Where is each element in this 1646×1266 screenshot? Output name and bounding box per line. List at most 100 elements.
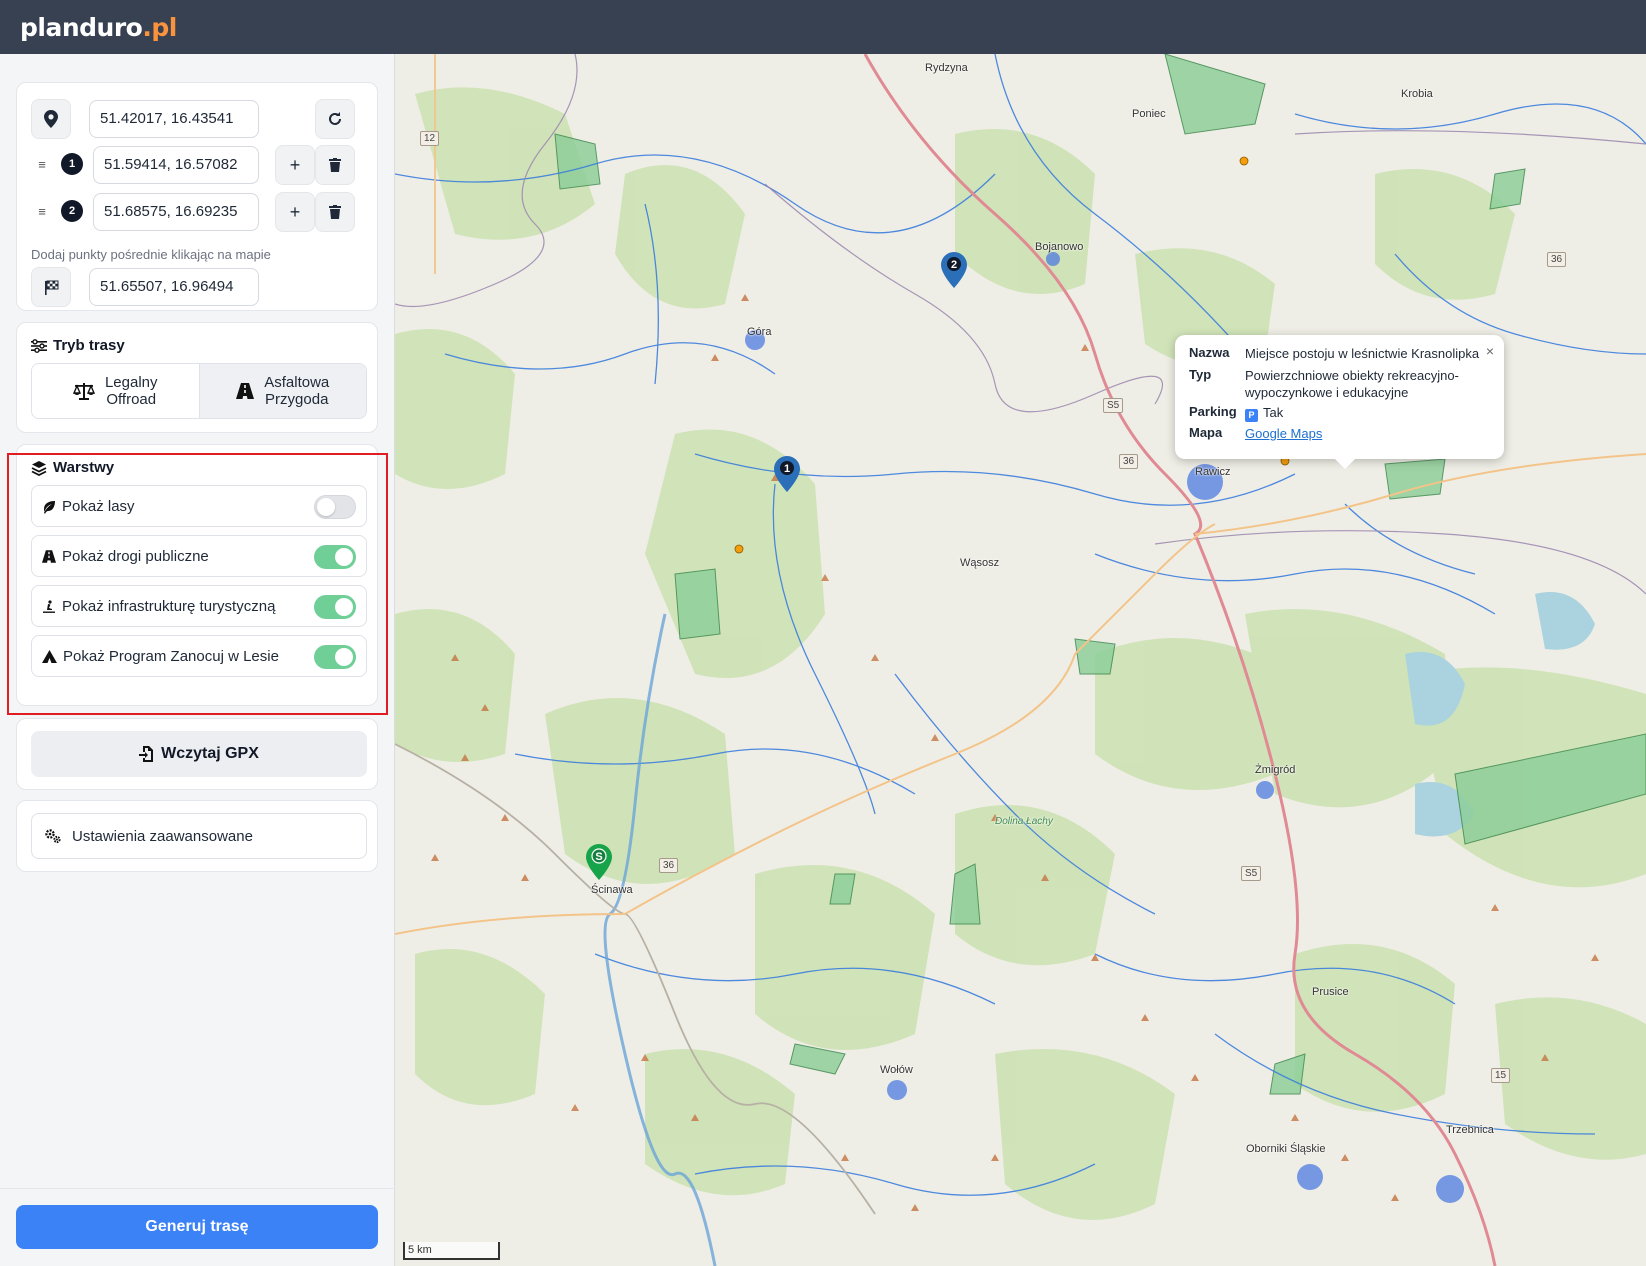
advanced-card: Ustawienia zaawansowane [16,800,378,872]
mode-asphalt-adventure-button[interactable]: Asfaltowa Przygoda [199,364,366,418]
map-place-label: Poniec [1132,108,1166,120]
road-number: 36 [1547,252,1567,267]
logo-main: planduro [20,13,143,42]
file-import-icon [139,746,154,762]
popup-row-type: Typ Powierzchniowe obiekty rekreacyjno-w… [1189,367,1485,401]
layer-public-roads-row[interactable]: Pokaż drogi publiczne [31,535,367,577]
start-marker-label: S [595,851,602,863]
mode-legal-offroad-text: Legalny Offroad [105,374,158,408]
end-point-button[interactable] [31,267,71,307]
waypoint-hint: Dodaj punkty pośrednie klikając na mapie [31,247,271,262]
trash-icon [329,158,341,172]
start-marker[interactable]: S [586,844,612,880]
map-view[interactable]: Rydzyna Poniec Krobia Bojanowo Góra Rawi… [395,54,1646,1266]
advanced-settings-button[interactable]: Ustawienia zaawansowane [31,813,367,859]
add-waypoint-button[interactable]: + [275,145,315,185]
divider [0,1188,395,1189]
gears-icon [45,829,61,844]
map-place-label: Dolina Łachy [995,816,1053,827]
route-mode-title: Tryb trasy [31,337,125,354]
logo-tld: .pl [142,13,177,42]
layer-public-roads-text: Pokaż drogi publiczne [62,548,209,565]
popup-key: Parking [1189,404,1237,419]
road-number: 15 [1491,1068,1511,1083]
popup-value-map: Google Maps [1245,425,1485,442]
leaf-icon [44,500,55,514]
reset-button[interactable] [315,99,355,139]
start-point-input[interactable]: 51.42017, 16.43541 [89,100,259,138]
refresh-icon [329,112,341,125]
parking-icon: P [1245,409,1258,422]
end-point-input[interactable]: 51.65507, 16.96494 [89,268,259,306]
layer-public-roads-toggle[interactable] [314,545,356,569]
drag-handle-icon[interactable]: ≡ [35,204,49,219]
popup-tail [1335,459,1355,469]
route-mode-card: Tryb trasy Legalny Offroad Asfaltowa Przyg… [16,322,378,433]
map-place-label: Ścinawa [591,884,633,896]
layer-zanocuj-toggle[interactable] [314,645,356,669]
logo[interactable]: planduro.pl [20,13,177,42]
road-icon [42,550,56,563]
mode-legal-offroad-button[interactable]: Legalny Offroad [32,364,200,418]
map-scale-bar: 5 km [403,1242,500,1260]
mode-asphalt-line1: Asfaltowa [264,374,330,391]
mode-legal-line2: Offroad [106,391,157,408]
layer-zanocuj-text: Pokaż Program Zanocuj w Lesie [63,648,279,665]
map-place-label: Rawicz [1195,466,1231,478]
poi-popup: × Nazwa Miejsce postoju w leśnictwie Kra… [1175,335,1504,469]
road-icon [236,383,255,399]
layer-zanocuj-row[interactable]: Pokaż Program Zanocuj w Lesie [31,635,367,677]
map-place-label: Wąsosz [960,557,1000,569]
route-points-card: 51.42017, 16.43541 ≡ 1 51.59414, 16.5708… [16,82,378,311]
map-place-label: Góra [747,326,772,338]
map-base-layer [395,54,1646,1266]
delete-waypoint-button[interactable] [315,192,355,232]
layer-public-roads-label: Pokaż drogi publiczne [42,548,209,565]
layer-tourist-infra-row[interactable]: Pokaż infrastrukturę turystyczną [31,585,367,627]
close-icon[interactable]: × [1486,343,1494,359]
layers-card: Warstwy Pokaż lasy Pokaż drogi publiczne… [16,444,378,706]
layer-tourist-infra-text: Pokaż infrastrukturę turystyczną [62,598,276,615]
road-number: 36 [659,858,679,873]
mode-legal-line1: Legalny [104,374,158,391]
map-place-label: Krobia [1401,88,1433,100]
popup-value-name: Miejsce postoju w leśnictwie Krasnolipka [1245,346,1480,361]
delete-waypoint-button[interactable] [315,145,355,185]
map-place-label: Trzebnica [1446,1124,1494,1136]
road-number: S5 [1103,398,1124,413]
waypoint-number-badge: 2 [61,200,83,222]
waypoint-input[interactable]: 51.59414, 16.57082 [93,146,259,184]
waypoint-1-marker[interactable]: 1 [774,456,800,492]
load-gpx-label: Wczytaj GPX [161,745,259,762]
drag-handle-icon[interactable]: ≡ [35,157,49,172]
popup-value-type: Powierzchniowe obiekty rekreacyjno-wypoc… [1245,368,1459,400]
generate-route-button[interactable]: Generuj trasę [16,1205,378,1249]
popup-key: Nazwa [1189,345,1230,360]
waypoint-2-marker[interactable]: 2 [941,252,967,288]
toggle-knob [317,498,335,516]
toggle-knob [335,598,353,616]
load-gpx-button[interactable]: Wczytaj GPX [31,731,367,777]
popup-parking-text: Tak [1263,405,1284,420]
popup-row-parking: Parking P Tak [1189,404,1485,422]
map-place-label: Żmigród [1255,764,1296,776]
scale-balance-icon [72,383,95,400]
tent-icon [42,650,57,663]
map-place-label: Wołów [880,1064,913,1076]
layer-forests-row[interactable]: Pokaż lasy [31,485,367,527]
layers-icon [31,460,47,476]
start-point-button[interactable] [31,99,71,139]
popup-key: Typ [1189,367,1212,382]
map-place-label: Oborniki Śląskie [1246,1143,1326,1155]
road-number: 36 [1119,454,1139,469]
popup-key: Mapa [1189,425,1223,440]
layer-forests-text: Pokaż lasy [62,498,135,515]
map-pin-icon [44,110,58,128]
add-waypoint-button[interactable]: + [275,192,315,232]
google-maps-link[interactable]: Google Maps [1245,426,1322,441]
waypoint-input[interactable]: 51.68575, 16.69235 [93,193,259,231]
layer-forests-toggle[interactable] [314,495,356,519]
layer-tourist-infra-toggle[interactable] [314,595,356,619]
sidebar: 51.42017, 16.43541 ≡ 1 51.59414, 16.5708… [0,54,395,1266]
mode-asphalt-line2: Przygoda [265,391,329,408]
